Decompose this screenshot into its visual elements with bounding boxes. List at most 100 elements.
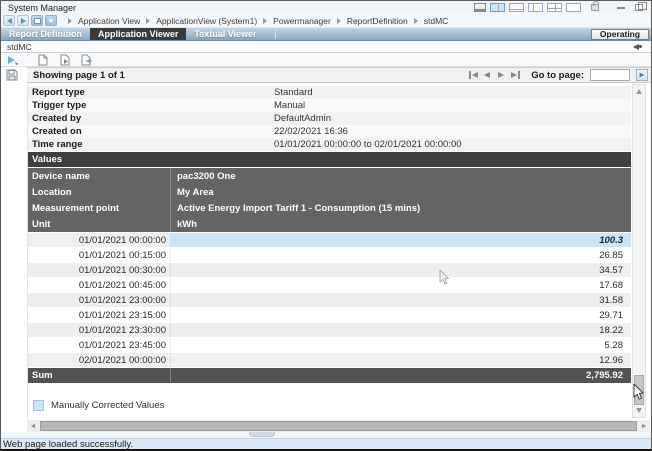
- lock-icon[interactable]: [591, 4, 599, 11]
- breadcrumb-item[interactable]: ReportDefinition: [344, 16, 411, 26]
- value-row: 01/01/2021 23:15:00 29.71: [28, 308, 631, 323]
- minimize-icon[interactable]: [617, 7, 625, 9]
- report-details: Report type Standard Trigger type Manual…: [28, 86, 631, 151]
- go-button[interactable]: [636, 69, 648, 81]
- value-cell[interactable]: 31.58: [171, 293, 631, 307]
- value-cell[interactable]: 100.3: [171, 233, 631, 247]
- scroll-down-button[interactable]: [633, 404, 645, 417]
- breadcrumb-item[interactable]: stdMC: [421, 16, 452, 26]
- legend: Manually Corrected Values: [28, 400, 631, 411]
- layout-left-pane-icon[interactable]: [528, 3, 543, 12]
- vertical-scrollbar[interactable]: [632, 84, 646, 418]
- value-row: 01/01/2021 23:30:00 18.22: [28, 323, 631, 338]
- detail-value: 22/02/2021 16:36: [274, 126, 348, 137]
- breadcrumb-separator-icon: [146, 18, 150, 24]
- timestamp-cell: 01/01/2021 23:45:00: [28, 338, 171, 352]
- layout-two-columns-icon[interactable]: [490, 3, 505, 12]
- detail-label: Time range: [28, 139, 274, 150]
- report-detail-row: Created on 22/02/2021 16:36: [28, 125, 631, 138]
- goto-page-input[interactable]: [590, 69, 630, 81]
- report-detail-row: Created by DefaultAdmin: [28, 112, 631, 125]
- value-cell[interactable]: 5.28: [171, 338, 631, 352]
- scroll-left-button[interactable]: [27, 420, 39, 432]
- breadcrumb-item[interactable]: Application View: [75, 16, 143, 26]
- view-tab[interactable]: Application Viewer: [90, 28, 186, 40]
- device-info-label: Unit: [28, 216, 171, 232]
- next-page-icon: [498, 72, 504, 78]
- timestamp-cell: 01/01/2021 23:30:00: [28, 323, 171, 337]
- dock-arrow-icon[interactable]: [633, 44, 639, 50]
- forward-button[interactable]: [17, 15, 29, 26]
- scroll-up-icon: [636, 89, 642, 94]
- previous-page-icon: [484, 72, 490, 78]
- save-button[interactable]: [6, 68, 18, 86]
- status-bar: Web page loaded successfully.: [1, 438, 651, 450]
- horizontal-scrollbar-thumb[interactable]: [40, 421, 637, 431]
- document-tab-stdmc[interactable]: stdMC: [1, 42, 32, 52]
- timestamp-cell: 01/01/2021 23:00:00: [28, 293, 171, 307]
- view-tab[interactable]: Report Definition: [1, 28, 90, 40]
- value-cell[interactable]: 29.71: [171, 308, 631, 322]
- scroll-down-icon: [636, 408, 642, 413]
- document-icon[interactable]: [36, 54, 50, 66]
- sum-label: Sum: [28, 368, 171, 383]
- forward-arrow-icon: [21, 18, 26, 24]
- tab-divider: [275, 30, 276, 39]
- back-button[interactable]: [3, 15, 15, 26]
- value-cell[interactable]: 12.96: [171, 353, 631, 367]
- layout-single-pane-icon[interactable]: [566, 3, 581, 12]
- window-controls: [474, 3, 651, 12]
- scroll-right-button[interactable]: [638, 420, 650, 432]
- detail-label: Created by: [28, 113, 274, 124]
- viewer-toolbar: [1, 53, 651, 67]
- value-cell[interactable]: 17.68: [171, 278, 631, 292]
- timestamp-cell: 01/01/2021 00:00:00: [28, 233, 171, 247]
- values-table: 01/01/2021 00:00:00 100.3 01/01/2021 00:…: [28, 233, 631, 368]
- device-info-value: My Area: [171, 187, 214, 198]
- breadcrumb-bar: ★ Application View ApplicationView (Syst…: [1, 14, 651, 28]
- device-info-label: Location: [28, 184, 171, 200]
- report-detail-row: Trigger type Manual: [28, 99, 631, 112]
- breadcrumb-separator-icon: [68, 18, 72, 24]
- value-cell[interactable]: 26.85: [171, 248, 631, 262]
- next-page-button[interactable]: [495, 69, 507, 81]
- corrected-value-swatch-icon: [33, 400, 44, 411]
- pager-controls: Go to page:: [467, 69, 651, 81]
- value-cell[interactable]: 34.57: [171, 263, 631, 277]
- first-page-button[interactable]: [467, 69, 479, 81]
- view-tab[interactable]: Textual Viewer: [186, 28, 264, 40]
- expand-arrow-icon[interactable]: [6, 55, 20, 65]
- horizontal-scrollbar[interactable]: [27, 420, 650, 432]
- breadcrumb-separator-icon: [414, 18, 418, 24]
- back-arrow-icon: [7, 18, 12, 24]
- status-message: Web page loaded successfully.: [1, 439, 133, 450]
- document-export-icon[interactable]: [80, 54, 94, 66]
- detail-value: Standard: [274, 87, 313, 98]
- detail-label: Trigger type: [28, 100, 274, 111]
- report-detail-row: Report type Standard: [28, 86, 631, 99]
- last-page-button[interactable]: [509, 69, 521, 81]
- scroll-up-button[interactable]: [633, 85, 645, 98]
- favorites-button[interactable]: ★: [45, 15, 57, 26]
- scroll-right-icon: [642, 424, 646, 428]
- breadcrumb: Application View ApplicationView (System…: [65, 16, 451, 26]
- window-title: System Manager: [1, 3, 76, 13]
- legend-label: Manually Corrected Values: [51, 400, 164, 411]
- device-info-value: Active Energy Import Tariff 1 - Consumpt…: [171, 203, 420, 214]
- value-cell[interactable]: 18.22: [171, 323, 631, 337]
- document-play-icon[interactable]: [58, 54, 72, 66]
- device-info: Device name pac3200 One Location My Area…: [28, 168, 631, 232]
- timestamp-cell: 01/01/2021 23:15:00: [28, 308, 171, 322]
- splitter-handle[interactable]: [249, 432, 275, 437]
- timestamp-cell: 01/01/2021 00:45:00: [28, 278, 171, 292]
- operating-mode-badge: Operating: [591, 29, 649, 40]
- breadcrumb-item[interactable]: Powermanager: [270, 16, 334, 26]
- restore-icon[interactable]: [635, 4, 643, 11]
- previous-page-button[interactable]: [481, 69, 493, 81]
- breadcrumb-item[interactable]: ApplicationView (System1): [153, 16, 260, 26]
- vertical-scrollbar-thumb[interactable]: [634, 375, 644, 405]
- monitor-icon[interactable]: [474, 3, 486, 12]
- layout-bottom-pane-icon[interactable]: [509, 3, 524, 12]
- layout-four-pane-icon[interactable]: [547, 3, 562, 12]
- history-button[interactable]: [31, 15, 43, 26]
